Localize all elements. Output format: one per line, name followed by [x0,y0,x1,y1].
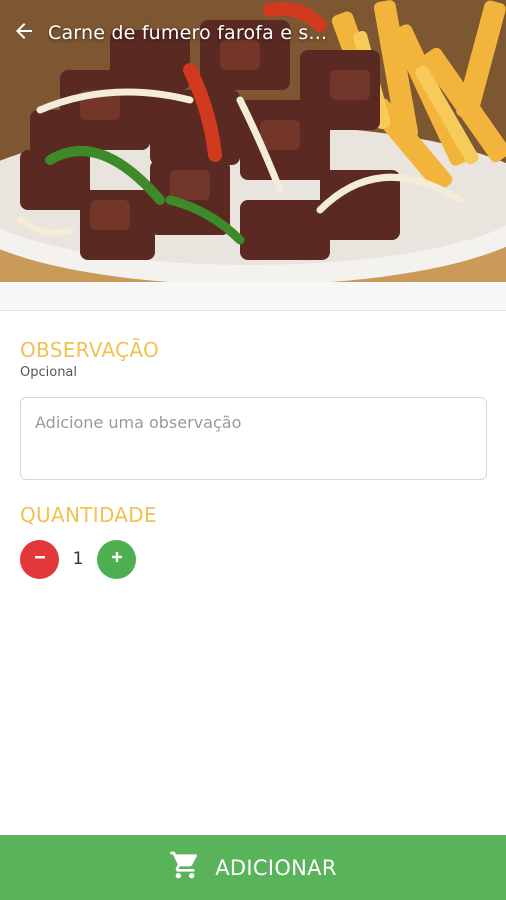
increment-button[interactable] [97,539,136,579]
plus-icon [110,550,124,569]
quantity-value: 1 [72,549,84,569]
observation-heading: OBSERVAÇÃO [20,338,160,362]
decrement-button[interactable] [20,539,59,579]
minus-icon [33,550,47,569]
arrow-left-icon [12,19,36,48]
app-bar: Carne de fumero farofa e s... [0,0,506,66]
quantity-stepper: 1 [20,539,136,579]
observation-optional-label: Opcional [20,365,78,380]
add-button-label: ADICIONAR [215,855,337,880]
quantity-heading: QUANTIDADE [20,503,157,527]
page-title: Carne de fumero farofa e s... [48,22,328,44]
observation-input[interactable] [20,397,487,480]
cart-icon [169,849,201,886]
section-divider [0,282,506,311]
back-button[interactable] [0,9,48,57]
add-to-cart-button[interactable]: ADICIONAR [0,835,506,900]
